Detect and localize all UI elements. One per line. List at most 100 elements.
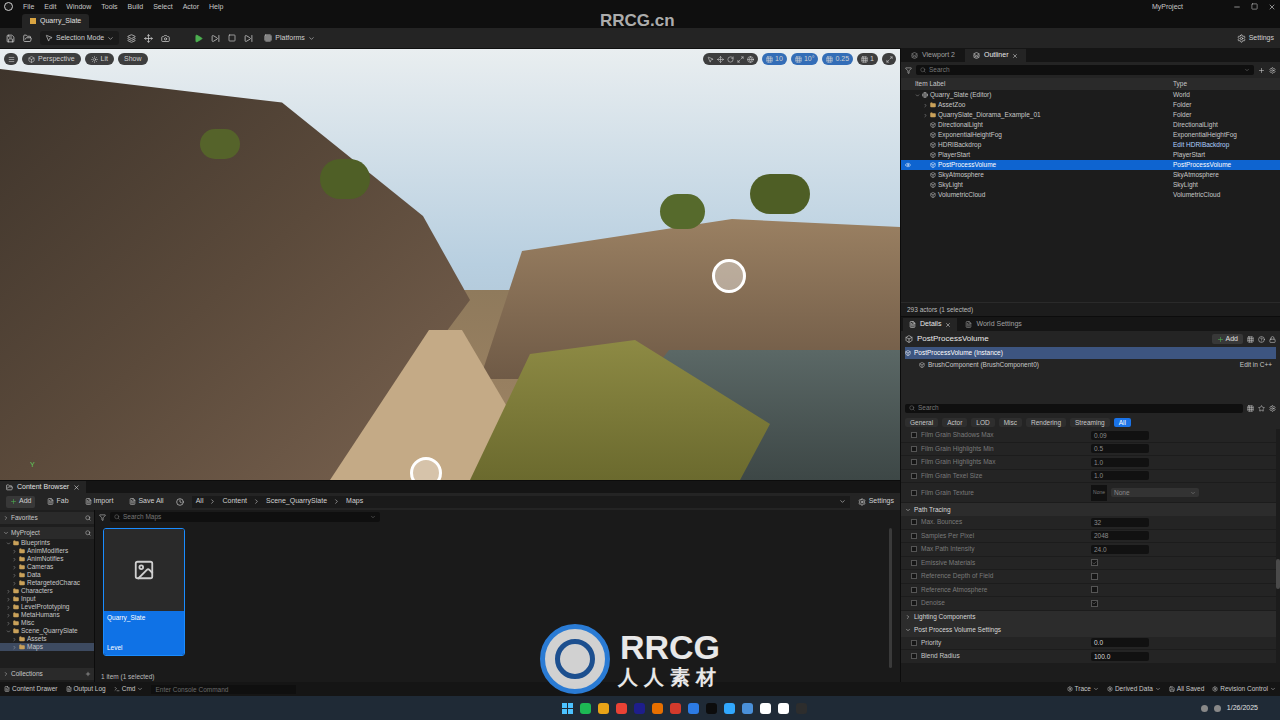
- menu-item[interactable]: Actor: [183, 0, 199, 13]
- outliner-search[interactable]: Search: [916, 65, 1254, 75]
- value-checkbox[interactable]: [1091, 573, 1098, 580]
- number-field[interactable]: 0.5: [1091, 444, 1149, 453]
- close-icon[interactable]: [1268, 3, 1276, 11]
- menu-item[interactable]: Help: [209, 0, 223, 13]
- edit-in-cpp-link[interactable]: Edit in C++: [1240, 360, 1276, 370]
- platforms-button[interactable]: Platforms: [261, 33, 318, 44]
- outliner-row[interactable]: SkyLightSkyLight: [901, 180, 1280, 190]
- gear-icon[interactable]: [1269, 67, 1276, 74]
- taskbar-app-icon[interactable]: [688, 703, 699, 714]
- outliner-row[interactable]: QuarrySlate_Diorama_Example_01Folder: [901, 110, 1280, 120]
- property-section[interactable]: Path Tracing: [901, 503, 1276, 516]
- override-checkbox[interactable]: [911, 560, 917, 566]
- filter-tab[interactable]: Misc: [999, 418, 1022, 427]
- skip-icon[interactable]: [211, 34, 220, 43]
- property-section[interactable]: Lighting Components: [901, 611, 1276, 624]
- panel-tab[interactable]: Details: [903, 318, 957, 331]
- folder-item[interactable]: Data: [0, 571, 94, 579]
- asset-search[interactable]: Search Maps: [110, 512, 380, 522]
- taskbar-app-icon[interactable]: [778, 703, 789, 714]
- viewport[interactable]: PerspectiveLitShow1010°0.251Y: [0, 48, 900, 480]
- perspective-button[interactable]: Perspective: [22, 53, 81, 65]
- folder-item[interactable]: RetargetedCharac: [0, 579, 94, 587]
- favorite-icon[interactable]: [1258, 405, 1265, 412]
- filter-tab[interactable]: All: [1114, 418, 1131, 427]
- details-search[interactable]: Search: [905, 404, 1243, 413]
- override-checkbox[interactable]: [911, 490, 917, 496]
- breadcrumb-item[interactable]: Maps: [346, 496, 363, 507]
- taskbar-app-icon[interactable]: [724, 703, 735, 714]
- status-button[interactable]: Trace: [1067, 684, 1099, 694]
- toolbar-button[interactable]: Import: [81, 496, 118, 508]
- history-icon[interactable]: [176, 498, 184, 506]
- taskbar-app-icon[interactable]: [670, 703, 681, 714]
- panel-tab[interactable]: Viewport 2: [903, 49, 963, 62]
- folder-item[interactable]: Maps: [0, 643, 94, 651]
- number-field[interactable]: 24.0: [1091, 545, 1149, 554]
- folder-item[interactable]: Misc: [0, 619, 94, 627]
- snap-value[interactable]: 1: [857, 53, 878, 65]
- toolbar-button[interactable]: Fab: [43, 496, 72, 508]
- favorites-header[interactable]: Favorites: [0, 512, 94, 524]
- world-icon[interactable]: [747, 56, 754, 63]
- number-field[interactable]: 2048: [1091, 531, 1149, 540]
- outliner-row[interactable]: HDRIBackdropEdit HDRIBackdrop: [901, 140, 1280, 150]
- override-checkbox[interactable]: [911, 533, 917, 539]
- outliner-row[interactable]: VolumetricCloudVolumetricCloud: [901, 190, 1280, 200]
- translate-icon[interactable]: [717, 56, 724, 63]
- taskbar-app-icon[interactable]: [634, 703, 645, 714]
- rotate-icon[interactable]: [727, 56, 734, 63]
- close-icon[interactable]: [73, 484, 80, 491]
- stop-icon[interactable]: [228, 34, 236, 42]
- folder-item[interactable]: AnimNotifies: [0, 555, 94, 563]
- menu-item[interactable]: File: [23, 0, 34, 13]
- select-icon[interactable]: [707, 56, 714, 63]
- override-checkbox[interactable]: [911, 473, 917, 479]
- viewport-menu-icon[interactable]: [4, 53, 18, 65]
- filter-tab[interactable]: Rendering: [1026, 418, 1066, 427]
- blueprint-icon[interactable]: [144, 34, 153, 43]
- menu-item[interactable]: Window: [66, 0, 91, 13]
- taskbar-app-icon[interactable]: [598, 703, 609, 714]
- filter-tab[interactable]: Streaming: [1070, 418, 1110, 427]
- override-checkbox[interactable]: [911, 587, 917, 593]
- asset-tile[interactable]: Quarry_SlateLevel: [103, 528, 185, 656]
- folder-item[interactable]: AnimModifiers: [0, 547, 94, 555]
- status-button[interactable]: Derived Data: [1107, 684, 1161, 694]
- property-section[interactable]: Post Process Volume Settings: [901, 624, 1276, 637]
- close-icon[interactable]: [945, 322, 951, 328]
- taskbar-app-icon[interactable]: [742, 703, 753, 714]
- texture-dropdown[interactable]: None: [1111, 488, 1199, 497]
- filter-tab[interactable]: LOD: [971, 418, 994, 427]
- breadcrumb-item[interactable]: All: [196, 496, 204, 507]
- number-field[interactable]: 1.0: [1091, 458, 1149, 467]
- blueprint-icon[interactable]: [1247, 336, 1254, 343]
- snap-value[interactable]: 10°: [791, 53, 819, 65]
- folder-item[interactable]: Blueprints: [0, 539, 94, 547]
- status-button[interactable]: Cmd: [114, 684, 144, 694]
- filter-tab[interactable]: General: [905, 418, 938, 427]
- panel-tab[interactable]: World Settings: [959, 318, 1027, 331]
- sun-gizmo-icon[interactable]: [712, 259, 746, 293]
- outliner-row[interactable]: ExponentialHeightFogExponentialHeightFog: [901, 130, 1280, 140]
- visibility-icon[interactable]: [905, 162, 911, 168]
- component-row[interactable]: PostProcessVolume (Instance): [905, 347, 1276, 359]
- override-checkbox[interactable]: [911, 459, 917, 465]
- folder-item[interactable]: Scene_QuarrySlate: [0, 627, 94, 635]
- status-button[interactable]: Revision Control: [1212, 684, 1276, 694]
- document-tab[interactable]: Quarry_Slate: [22, 14, 89, 28]
- taskbar-app-icon[interactable]: [760, 703, 771, 714]
- lit-button[interactable]: Lit: [85, 53, 114, 65]
- override-checkbox[interactable]: [911, 573, 917, 579]
- view-options-icon[interactable]: [1247, 405, 1254, 412]
- close-icon[interactable]: [1012, 53, 1018, 59]
- folder-item[interactable]: Input: [0, 595, 94, 603]
- menu-item[interactable]: Select: [153, 0, 172, 13]
- outliner-row[interactable]: Quarry_Slate (Editor)World: [901, 90, 1280, 100]
- outliner-row[interactable]: PostProcessVolumePostProcessVolume: [901, 160, 1280, 170]
- maximize-icon[interactable]: [1251, 3, 1258, 10]
- outliner-row[interactable]: DirectionalLightDirectionalLight: [901, 120, 1280, 130]
- toolbar-button[interactable]: Save All: [125, 496, 167, 508]
- windows-start-icon[interactable]: [562, 703, 573, 714]
- add-component-button[interactable]: Add: [1212, 334, 1243, 344]
